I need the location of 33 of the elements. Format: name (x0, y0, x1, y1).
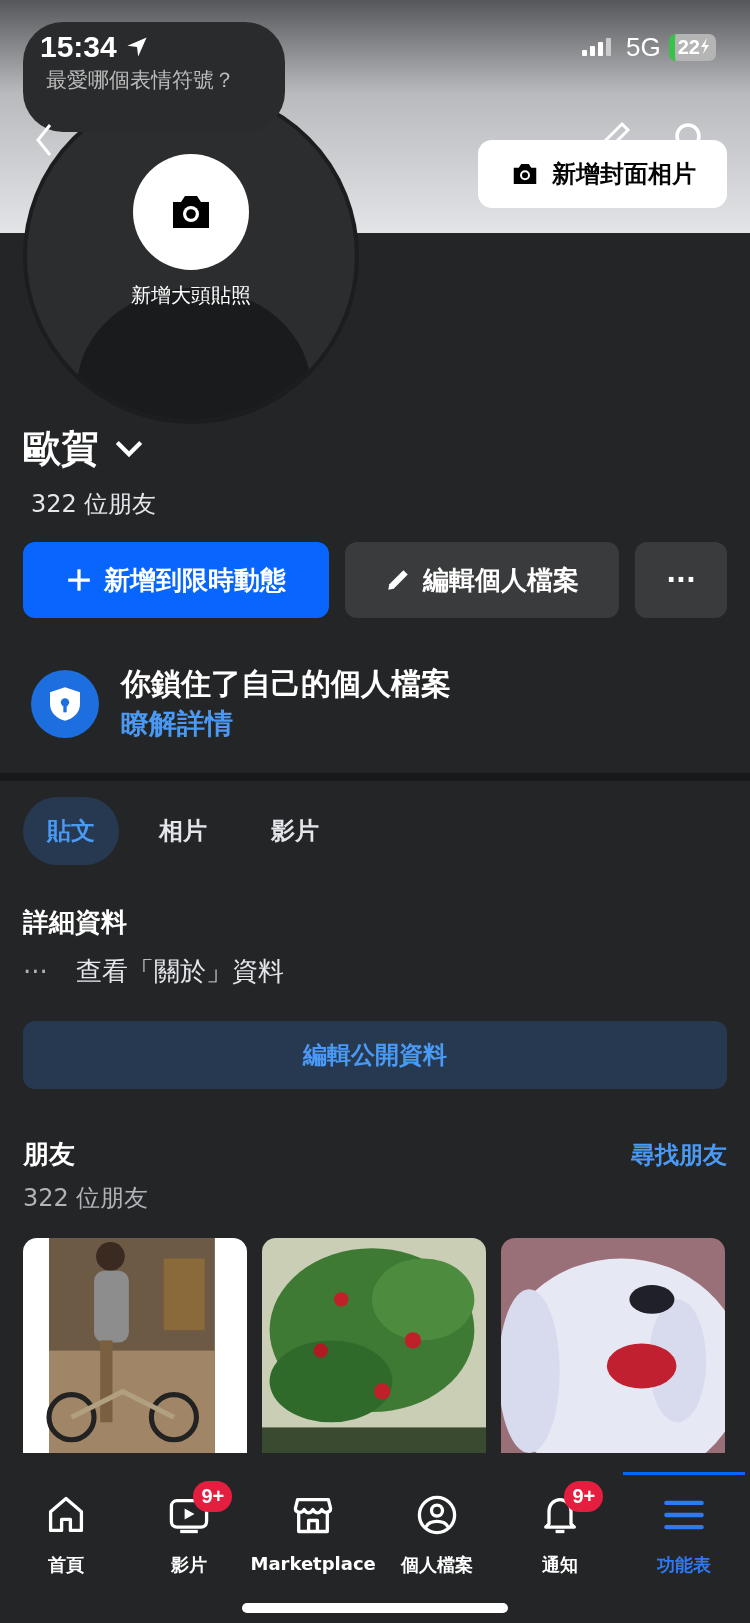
lock-notice-title: 你鎖住了自己的個人檔案 (121, 665, 451, 703)
signal-icon (582, 37, 613, 57)
friends-count: 322 位朋友 (31, 489, 158, 520)
details-heading: 詳細資料 (23, 906, 128, 939)
nav-tab[interactable]: 9+ 影片 (128, 1472, 251, 1623)
avatar-label: 新增大頭貼照 (131, 282, 251, 309)
status-time: 15:34 (40, 30, 117, 64)
network-label: 5G (626, 31, 661, 63)
profile-tab[interactable]: 貼文 (23, 797, 119, 865)
about-info-text[interactable]: 查看「關於」資料 (75, 954, 284, 989)
profile-tab[interactable]: 相片 (135, 797, 231, 865)
nav-tab[interactable]: 功能表 (623, 1472, 746, 1623)
more-dots-icon: ··· (23, 956, 48, 987)
notification-badge: 9+ (193, 1481, 233, 1512)
profile-name: 歐賀 (23, 425, 99, 472)
nav-tab[interactable]: Marketplace (252, 1472, 375, 1623)
profile-tab[interactable]: 影片 (247, 797, 343, 865)
battery-indicator: 22 (668, 33, 716, 61)
more-button[interactable]: ··· (635, 542, 727, 618)
learn-more-link[interactable]: 瞭解詳情 (121, 705, 451, 743)
find-friends-link[interactable]: 尋找朋友 (631, 1138, 727, 1171)
edit-profile-button[interactable]: 編輯個人檔案 (344, 542, 620, 618)
edit-public-details-button[interactable]: 編輯公開資料 (23, 1021, 727, 1089)
back-icon[interactable] (34, 122, 54, 158)
nav-tab[interactable]: 9+ 通知 (499, 1472, 622, 1623)
friends-count: 322 位朋友 (23, 1183, 150, 1214)
friends-heading: 朋友 (23, 1138, 75, 1171)
nav-tab[interactable]: 首頁 (4, 1472, 127, 1623)
notification-badge: 9+ (564, 1481, 604, 1512)
nav-tab[interactable]: 個人檔案 (375, 1472, 498, 1623)
add-cover-photo-button[interactable]: 新增封面相片 (478, 140, 727, 208)
add-to-story-button[interactable]: 新增到限時動態 (23, 542, 329, 618)
plus-icon (65, 567, 92, 593)
